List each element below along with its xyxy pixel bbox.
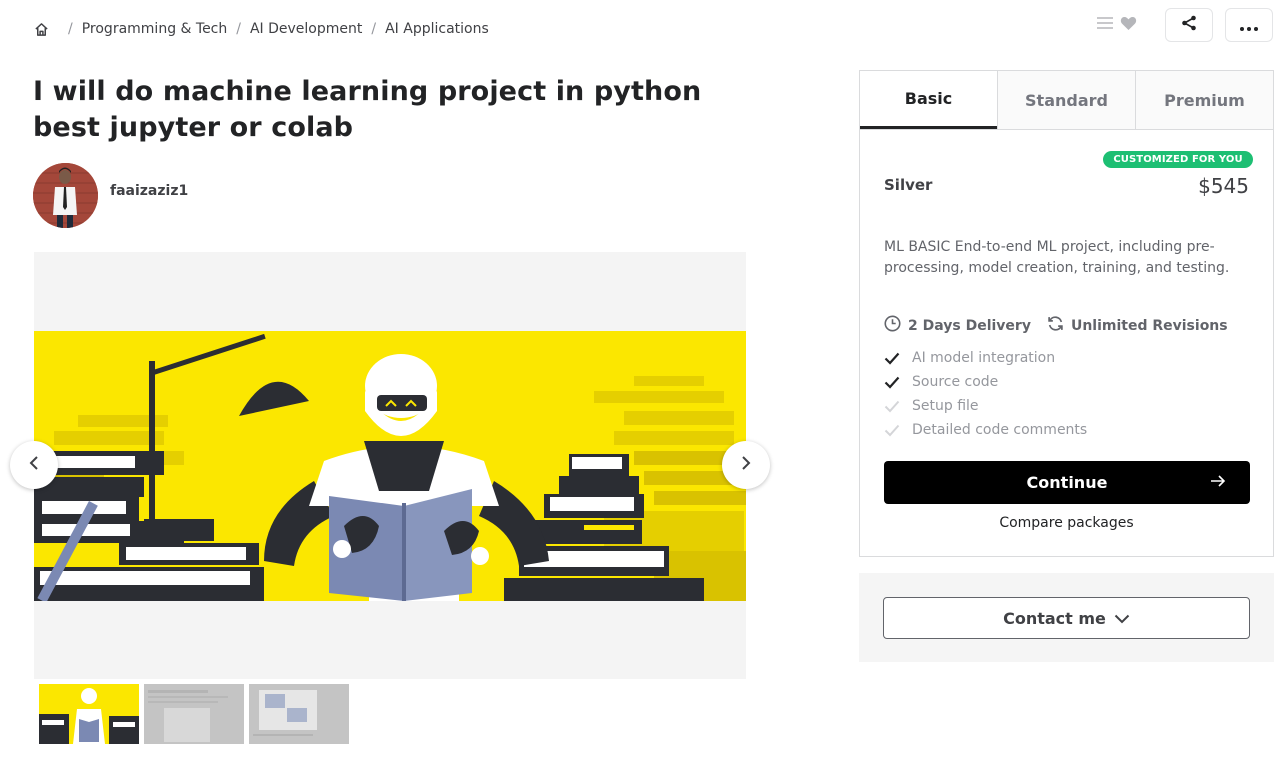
gallery-next-button[interactable] bbox=[722, 441, 770, 489]
check-icon bbox=[884, 400, 900, 413]
gallery-thumbnail[interactable] bbox=[144, 684, 244, 744]
feature-item: Setup file bbox=[884, 394, 1087, 418]
arrow-right-icon bbox=[1210, 473, 1226, 493]
package-description: ML BASIC End-to-end ML project, includin… bbox=[884, 239, 1230, 276]
package-meta: 2 Days Delivery Unlimited Revisions bbox=[884, 315, 1244, 336]
breadcrumb: / Programming & Tech / AI Development / … bbox=[33, 19, 489, 39]
more-dots-icon bbox=[1240, 16, 1258, 35]
check-icon bbox=[884, 376, 900, 389]
contact-me-button[interactable]: Contact me bbox=[883, 597, 1250, 639]
compare-packages-link[interactable]: Compare packages bbox=[860, 515, 1273, 531]
delivery-time: 2 Days Delivery bbox=[884, 315, 1031, 336]
breadcrumb-link-ai-applications[interactable]: AI Applications bbox=[385, 21, 489, 37]
gig-gallery bbox=[34, 252, 746, 679]
continue-label: Continue bbox=[1026, 473, 1108, 492]
share-button[interactable] bbox=[1165, 8, 1213, 42]
gallery-thumbnails bbox=[39, 684, 349, 744]
customized-badge: CUSTOMIZED FOR YOU bbox=[1103, 151, 1253, 168]
breadcrumb-link-programming[interactable]: Programming & Tech bbox=[82, 21, 228, 37]
revisions-label: Unlimited Revisions bbox=[1070, 317, 1228, 334]
feature-item: Detailed code comments bbox=[884, 418, 1087, 442]
save-to-list[interactable] bbox=[1096, 15, 1137, 35]
feature-label: AI model integration bbox=[912, 350, 1056, 366]
chevron-left-icon bbox=[28, 455, 40, 475]
breadcrumb-separator: / bbox=[236, 21, 241, 37]
home-icon[interactable] bbox=[33, 21, 49, 37]
gallery-prev-button[interactable] bbox=[10, 441, 58, 489]
heart-icon[interactable] bbox=[1120, 15, 1137, 35]
package-card: Basic Standard Premium CUSTOMIZED FOR YO… bbox=[859, 70, 1274, 557]
tab-standard[interactable]: Standard bbox=[997, 71, 1135, 129]
more-options-button[interactable] bbox=[1225, 8, 1273, 42]
seller-info: faaizaziz1 bbox=[33, 163, 188, 228]
revisions: Unlimited Revisions bbox=[1047, 315, 1228, 336]
breadcrumb-separator: / bbox=[371, 21, 377, 37]
gallery-slide-image[interactable] bbox=[34, 331, 746, 601]
share-icon bbox=[1181, 15, 1197, 35]
list-icon[interactable] bbox=[1096, 15, 1114, 35]
tab-premium[interactable]: Premium bbox=[1135, 71, 1273, 129]
check-icon bbox=[884, 424, 900, 437]
gallery-thumbnail[interactable] bbox=[249, 684, 349, 744]
continue-button[interactable]: Continue bbox=[884, 461, 1250, 504]
feature-label: Detailed code comments bbox=[912, 422, 1088, 438]
package-tabs: Basic Standard Premium bbox=[860, 71, 1273, 130]
gig-title: I will do machine learning project in py… bbox=[33, 76, 702, 143]
package-price: $545 bbox=[1198, 174, 1249, 198]
chevron-down-icon bbox=[1106, 609, 1130, 628]
package-name: Silver bbox=[884, 176, 933, 194]
clock-icon bbox=[884, 315, 908, 336]
feature-label: Setup file bbox=[912, 398, 979, 414]
gallery-thumbnail[interactable] bbox=[39, 684, 139, 744]
breadcrumb-link-ai-development[interactable]: AI Development bbox=[250, 21, 362, 37]
feature-item: AI model integration bbox=[884, 346, 1087, 370]
tab-basic[interactable]: Basic bbox=[860, 71, 997, 129]
seller-avatar[interactable] bbox=[33, 163, 98, 228]
feature-label: Source code bbox=[912, 374, 999, 390]
delivery-label: 2 Days Delivery bbox=[908, 317, 1031, 334]
contact-section: Contact me bbox=[859, 573, 1274, 662]
breadcrumb-separator: / bbox=[68, 21, 73, 37]
top-actions bbox=[1096, 8, 1273, 42]
feature-list: AI model integration Source code Setup f… bbox=[884, 346, 1087, 442]
chevron-right-icon bbox=[740, 455, 752, 475]
check-icon bbox=[884, 352, 900, 365]
contact-label: Contact me bbox=[1003, 608, 1106, 628]
seller-name[interactable]: faaizaziz1 bbox=[110, 183, 188, 199]
feature-item: Source code bbox=[884, 370, 1087, 394]
refresh-icon bbox=[1047, 315, 1071, 336]
